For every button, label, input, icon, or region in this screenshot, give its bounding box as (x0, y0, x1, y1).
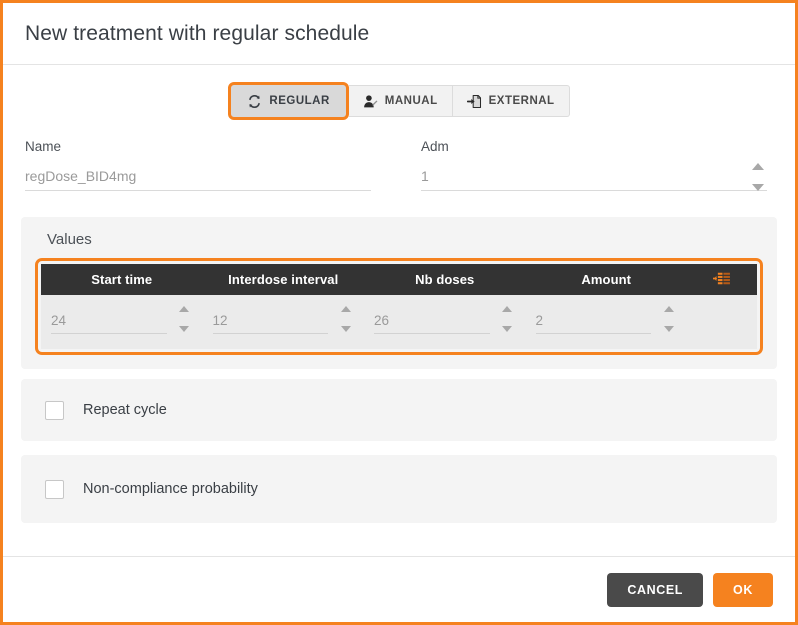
amount-stepper[interactable] (662, 306, 675, 332)
interdose-interval-stepper[interactable] (339, 306, 352, 332)
values-panel: Values Start time Interdose interval Nb … (21, 217, 777, 369)
chevron-down-icon[interactable] (664, 326, 674, 332)
tab-manual-label: MANUAL (385, 95, 438, 107)
values-table-highlight: Start time Interdose interval Nb doses A… (35, 258, 763, 355)
chevron-up-icon[interactable] (664, 306, 674, 312)
dialog-footer: CANCEL OK (3, 556, 795, 622)
chevron-up-icon[interactable] (179, 306, 189, 312)
adm-stepper[interactable] (751, 163, 765, 191)
adm-input-wrap (421, 165, 767, 191)
cell-amount (526, 295, 688, 349)
user-edit-icon (363, 94, 378, 109)
amount-input[interactable] (536, 313, 652, 331)
column-header-amount: Amount (526, 264, 688, 295)
name-input[interactable] (25, 168, 371, 187)
non-compliance-probability-card[interactable]: Non-compliance probability (21, 455, 777, 523)
cell-nb-doses (364, 295, 526, 349)
repeat-cycle-card[interactable]: Repeat cycle (21, 379, 777, 441)
nb-doses-stepper[interactable] (501, 306, 514, 332)
amount-input-wrap (536, 310, 652, 334)
chevron-down-icon[interactable] (179, 326, 189, 332)
chevron-up-icon[interactable] (752, 163, 764, 170)
values-caption: Values (35, 229, 763, 258)
start-time-input[interactable] (51, 313, 167, 331)
ok-button[interactable]: OK (713, 573, 773, 607)
adm-label: Adm (421, 139, 767, 154)
nb-doses-input[interactable] (374, 313, 490, 331)
tab-external-label: EXTERNAL (489, 95, 555, 107)
column-header-interdose-interval: Interdose interval (203, 264, 365, 295)
values-table: Start time Interdose interval Nb doses A… (41, 264, 757, 349)
cell-interdose-interval (203, 295, 365, 349)
dialog-body: REGULAR MANUAL (3, 65, 795, 556)
start-time-stepper[interactable] (178, 306, 191, 332)
non-compliance-probability-label: Non-compliance probability (83, 481, 258, 497)
name-field-group: Name (25, 139, 399, 191)
interdose-interval-input[interactable] (213, 313, 329, 331)
chevron-down-icon[interactable] (752, 184, 764, 191)
tab-external[interactable]: EXTERNAL (453, 85, 570, 117)
cancel-button[interactable]: CANCEL (607, 573, 703, 607)
name-input-wrap (25, 165, 371, 191)
page-title: New treatment with regular schedule (25, 22, 369, 46)
values-table-body (41, 295, 757, 349)
repeat-cycle-checkbox[interactable] (45, 401, 64, 420)
chevron-up-icon[interactable] (502, 306, 512, 312)
interdose-interval-input-wrap (213, 310, 329, 334)
file-import-icon (467, 94, 482, 109)
non-compliance-probability-checkbox[interactable] (45, 480, 64, 499)
adm-field-group: Adm (399, 139, 773, 191)
column-header-nb-doses: Nb doses (364, 264, 526, 295)
adm-input[interactable] (421, 168, 767, 187)
primary-fields-row: Name Adm (21, 123, 777, 191)
tab-manual[interactable]: MANUAL (349, 85, 453, 117)
column-header-actions (687, 264, 757, 295)
repeat-cycle-label: Repeat cycle (83, 402, 167, 418)
column-header-start-time: Start time (41, 264, 203, 295)
cell-start-time (41, 295, 203, 349)
tab-regular[interactable]: REGULAR (228, 82, 348, 120)
values-header-row: Start time Interdose interval Nb doses A… (41, 264, 757, 295)
chevron-down-icon[interactable] (502, 326, 512, 332)
chevron-up-icon[interactable] (341, 306, 351, 312)
repeat-icon (247, 94, 262, 109)
list-settings-icon[interactable] (687, 272, 757, 288)
start-time-input-wrap (51, 310, 167, 334)
chevron-down-icon[interactable] (341, 326, 351, 332)
new-treatment-dialog: New treatment with regular schedule REGU… (0, 0, 798, 625)
tab-group: REGULAR MANUAL (228, 85, 569, 117)
cell-row-actions (687, 295, 757, 349)
tab-regular-label: REGULAR (269, 95, 329, 107)
table-row (41, 295, 757, 349)
values-table-head: Start time Interdose interval Nb doses A… (41, 264, 757, 295)
name-label: Name (25, 139, 371, 154)
schedule-type-tabs: REGULAR MANUAL (21, 65, 777, 123)
nb-doses-input-wrap (374, 310, 490, 334)
dialog-title-bar: New treatment with regular schedule (3, 3, 795, 65)
